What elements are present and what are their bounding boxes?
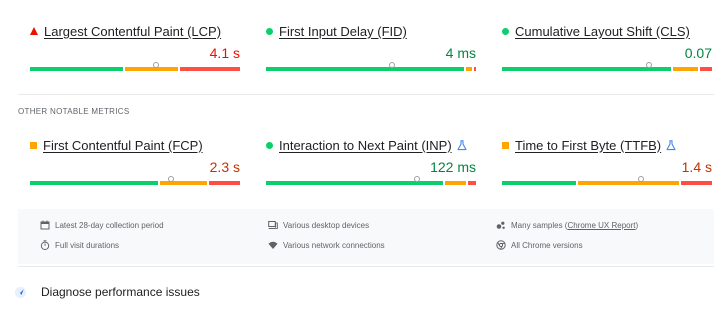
info-text: Various network connections [283,240,385,250]
distribution-segment-poor [699,67,713,71]
calendar-icon [40,220,50,230]
distribution-segment-poor [681,181,712,185]
metric-value: 1.4 s [681,159,712,175]
distribution-segment-needs-improvement [672,67,698,71]
metric-value: 0.07 [684,45,712,61]
wifi-icon [268,241,278,249]
distribution-segment-needs-improvement [159,181,208,185]
metric-inp: Interaction to Next Paint (INP) 122 ms [266,136,476,185]
distribution-bar [502,176,712,185]
metric-fid: First Input Delay (FID) 4 ms [266,22,476,71]
distribution-segment-needs-improvement [465,67,472,71]
chrome-icon [496,240,506,250]
diagnose-performance-toggle[interactable]: Diagnose performance issues [14,285,200,299]
status-indicator-icon [266,27,273,35]
percentile-marker [389,62,395,68]
status-indicator-icon [266,141,273,149]
distribution-bar [30,62,240,71]
status-indicator-icon [502,27,509,35]
percentile-marker [153,62,159,68]
info-collection-period: Latest 28-day collection period [40,220,164,230]
status-indicator-icon [30,27,38,35]
info-text: Latest 28-day collection period [55,220,164,230]
flask-icon[interactable] [666,139,676,151]
diagnose-label: Diagnose performance issues [41,285,200,299]
samples-icon [496,221,505,229]
distribution-segment-needs-improvement [578,181,680,185]
status-indicator-icon [30,141,37,149]
distribution-segment-poor [473,67,476,71]
info-chrome-versions: All Chrome versions [496,240,583,250]
metric-cls: Cumulative Layout Shift (CLS) 0.07 [502,22,713,71]
metric-ttfb: Time to First Byte (TTFB) 1.4 s [502,136,712,185]
info-text: Many samples ( [511,220,568,230]
metric-label-link[interactable]: Cumulative Layout Shift (CLS) [515,24,690,39]
metric-label-link[interactable]: Largest Contentful Paint (LCP) [44,24,221,39]
info-text: Various desktop devices [283,220,370,230]
metric-label-link[interactable]: Time to First Byte (TTFB) [515,138,661,153]
metric-value: 4 ms [445,45,476,61]
distribution-bar [30,176,240,185]
distribution-segment-poor [467,181,476,185]
percentile-marker [637,176,644,182]
distribution-segment-good [266,67,464,71]
section-divider [18,94,714,95]
other-metrics-title: OTHER NOTABLE METRICS [18,107,130,116]
metric-fcp: First Contentful Paint (FCP) 2.3 s [30,136,240,185]
distribution-bar [266,176,476,185]
percentile-marker [646,62,652,68]
info-devices: Various desktop devices [268,220,369,230]
stopwatch-icon [40,240,50,250]
distribution-segment-poor [180,67,240,71]
chrome-ux-report-link[interactable]: Chrome UX Report [567,221,635,230]
metric-lcp: Largest Contentful Paint (LCP) 4.1 s [30,22,240,71]
distribution-bar [266,62,476,71]
info-text: Full visit durations [55,240,120,250]
percentile-marker [167,176,174,182]
section-divider [18,266,714,267]
distribution-segment-needs-improvement [445,181,466,185]
info-text: All Chrome versions [511,240,583,250]
info-connections: Various network connections [268,240,385,250]
desktop-icon [268,221,278,229]
distribution-segment-good [502,67,671,71]
distribution-segment-needs-improvement [124,67,179,71]
info-visit-durations: Full visit durations [40,240,119,250]
metric-value: 2.3 s [209,159,240,175]
collection-info-box: Latest 28-day collection period Full vis… [18,209,714,264]
metric-label-link[interactable]: Interaction to Next Paint (INP) [279,138,452,153]
metric-value: 122 ms [430,159,476,175]
metric-label-link[interactable]: First Contentful Paint (FCP) [43,138,203,153]
status-indicator-icon [502,141,509,149]
info-text: ) [635,220,639,230]
metric-value: 4.1 s [209,45,240,61]
metric-label-link[interactable]: First Input Delay (FID) [279,24,407,39]
flask-icon[interactable] [457,139,467,151]
diagnose-icon [14,286,27,298]
distribution-segment-good [502,181,577,185]
distribution-bar [502,62,713,71]
distribution-segment-good [30,67,123,71]
info-samples: Many samples (Chrome UX Report) [496,220,638,230]
distribution-segment-good [30,181,158,185]
distribution-segment-poor [209,181,240,185]
